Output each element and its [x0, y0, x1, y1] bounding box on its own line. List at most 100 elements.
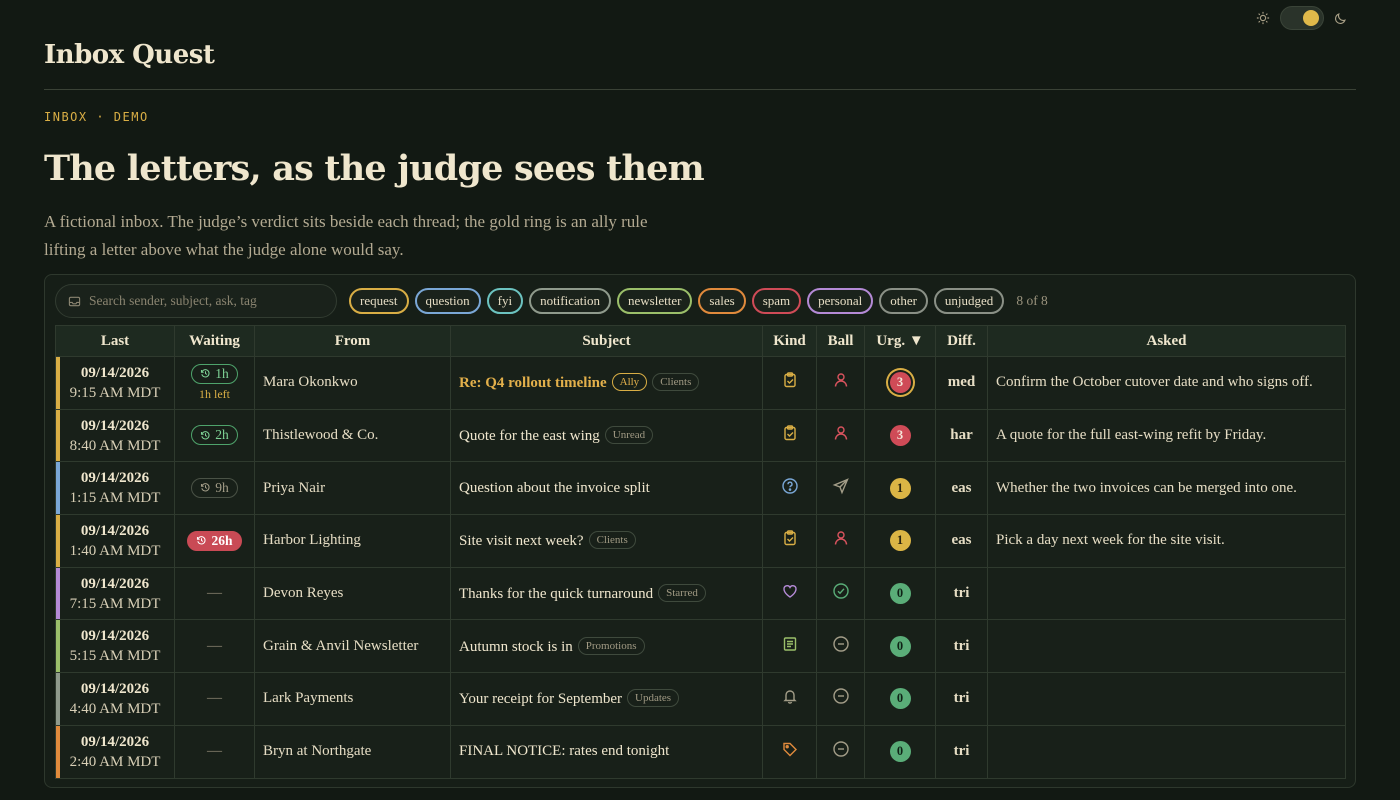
person-icon — [832, 424, 850, 442]
table-row[interactable]: 09/14/2026 7:15 AM MDT — Devon Reyes Tha… — [55, 566, 1346, 621]
cell-last: 09/14/2026 1:15 AM MDT — [55, 461, 175, 516]
clock-icon — [196, 535, 207, 546]
time: 5:15 AM MDT — [69, 648, 161, 665]
cell-difficulty: tri — [935, 566, 988, 621]
tag-starred: Starred — [658, 584, 706, 603]
table-row[interactable]: 09/14/2026 2:40 AM MDT — Bryn at Northga… — [55, 724, 1346, 779]
col-urgency[interactable]: Urg. ▼ — [864, 325, 936, 357]
cell-kind — [762, 461, 817, 516]
date: 09/14/2026 — [80, 628, 150, 645]
time: 4:40 AM MDT — [69, 700, 161, 717]
filter-chip-fyi[interactable]: fyi — [486, 288, 524, 314]
kind-stripe — [56, 462, 60, 515]
cell-ball — [816, 356, 865, 410]
filter-chips: request question fyi notification newsletter… — [349, 288, 1005, 314]
cell-asked: Whether the two invoices can be merged i… — [987, 461, 1346, 516]
subject-text[interactable]: Site visit next week? — [459, 533, 584, 549]
filter-chip-notification[interactable]: notification — [529, 288, 611, 314]
theme-switch[interactable] — [1280, 6, 1324, 30]
inbox-panel: requestquestionfyinotificationnewsletter… — [44, 274, 1356, 788]
filter-chip-question[interactable]: question — [414, 288, 481, 314]
cell-ball — [816, 724, 865, 779]
subject-text[interactable]: Re: Q4 rollout timeline — [459, 375, 607, 391]
col-difficulty[interactable]: Diff. — [935, 325, 988, 357]
mail-icon — [68, 295, 81, 308]
cell-from: Thistlewood & Co. — [254, 408, 451, 463]
subject-text[interactable]: Quote for the east wing — [459, 428, 600, 444]
cell-ball — [816, 672, 865, 726]
table-row[interactable]: 09/14/2026 1:40 AM MDT 26h Harbor Lighti… — [55, 514, 1346, 568]
kind-stripe — [56, 620, 60, 673]
filter-chip-other[interactable]: other — [879, 288, 928, 314]
cell-difficulty: eas — [935, 514, 988, 568]
filter-chip-personal[interactable]: personal — [807, 288, 874, 314]
cell-urgency: 0 — [864, 619, 936, 674]
table-row[interactable]: 09/14/2026 5:15 AM MDT — Grain & Anvil N… — [55, 619, 1346, 674]
cell-subject[interactable]: Your receipt for September Updates — [450, 672, 763, 726]
col-asked[interactable]: Asked — [987, 325, 1346, 357]
search-input[interactable] — [89, 293, 319, 309]
cell-subject[interactable]: Autumn stock is in Promotions — [450, 619, 763, 674]
person-icon — [832, 371, 850, 389]
cell-subject[interactable]: Re: Q4 rollout timeline Ally Clients — [450, 356, 763, 410]
cell-subject[interactable]: Question about the invoice split — [450, 461, 763, 516]
tag-updates: Updates — [627, 689, 680, 708]
cell-from: Devon Reyes — [254, 566, 451, 621]
cell-difficulty: har — [935, 408, 988, 463]
wait-badge: 9h — [191, 477, 238, 498]
col-kind[interactable]: Kind — [762, 325, 817, 357]
time: 1:15 AM MDT — [69, 490, 161, 507]
cell-ball — [816, 461, 865, 516]
kind-stripe — [56, 409, 60, 462]
cell-urgency: 3 — [864, 408, 936, 463]
wait-badge: 26h — [187, 530, 242, 551]
question-circle-icon — [781, 477, 799, 495]
cell-subject[interactable]: Thanks for the quick turnaround Starred — [450, 566, 763, 621]
filter-chip-unjudged[interactable]: unjudged — [933, 288, 1005, 314]
subject-text[interactable]: Autumn stock is in — [459, 639, 573, 655]
col-waiting[interactable]: Waiting — [174, 325, 255, 357]
filter-chip-spam[interactable]: spam — [751, 288, 802, 314]
page-title: The letters, as the judge sees them — [44, 148, 705, 189]
cell-waiting: 26h — [174, 514, 255, 568]
tag-clients: Clients — [588, 531, 636, 550]
cell-subject[interactable]: Site visit next week? Clients — [450, 514, 763, 568]
cell-difficulty: tri — [935, 724, 988, 779]
table-row[interactable]: 09/14/2026 8:40 AM MDT 2h Thistlewood & … — [55, 408, 1346, 463]
urgency-badge: 1 — [889, 530, 911, 552]
urgency-badge: 0 — [889, 741, 911, 763]
cell-waiting: 2h — [174, 408, 255, 463]
table-row[interactable]: 09/14/2026 4:40 AM MDT — Lark Payments Y… — [55, 672, 1346, 726]
filter-chip-request[interactable]: request — [349, 288, 409, 314]
cell-difficulty: med — [935, 356, 988, 410]
bell-icon — [781, 687, 799, 705]
subject-text[interactable]: Question about the invoice split — [459, 480, 650, 496]
cell-subject[interactable]: Quote for the east wing Unread — [450, 408, 763, 463]
clock-icon — [200, 368, 211, 379]
cell-subject[interactable]: FINAL NOTICE: rates end tonight — [450, 724, 763, 779]
search-box[interactable] — [55, 284, 337, 318]
cell-asked: A quote for the full east-wing refit by … — [987, 408, 1346, 463]
cell-kind — [762, 514, 817, 568]
cell-last: 09/14/2026 9:15 AM MDT — [55, 356, 175, 410]
table-row[interactable]: 09/14/2026 9:15 AM MDT 1h 1h left Mara Ok… — [55, 356, 1346, 410]
filter-chip-sales[interactable]: sales — [698, 288, 746, 314]
theme-toggle[interactable] — [1256, 6, 1348, 30]
time: 2:40 AM MDT — [69, 753, 161, 770]
cell-urgency: 1 — [864, 514, 936, 568]
result-count: 8 of 8 — [1016, 293, 1048, 308]
table-row[interactable]: 09/14/2026 1:15 AM MDT 9h Priya Nair Que… — [55, 461, 1346, 516]
clock-icon — [200, 482, 211, 493]
col-subject[interactable]: Subject — [450, 325, 763, 357]
urgency-badge: 3 — [889, 372, 911, 394]
col-ball[interactable]: Ball — [816, 325, 865, 357]
subject-text[interactable]: Your receipt for September — [459, 691, 622, 707]
col-from[interactable]: From — [254, 325, 451, 357]
filter-chip-newsletter[interactable]: newsletter — [617, 288, 693, 314]
subject-text[interactable]: Thanks for the quick turnaround — [459, 586, 653, 602]
col-last[interactable]: Last — [55, 325, 175, 357]
subject-text[interactable]: FINAL NOTICE: rates end tonight — [459, 743, 669, 759]
cell-from: Lark Payments — [254, 672, 451, 726]
clipboard-check-icon — [781, 529, 799, 547]
cell-from: Bryn at Northgate — [254, 724, 451, 779]
